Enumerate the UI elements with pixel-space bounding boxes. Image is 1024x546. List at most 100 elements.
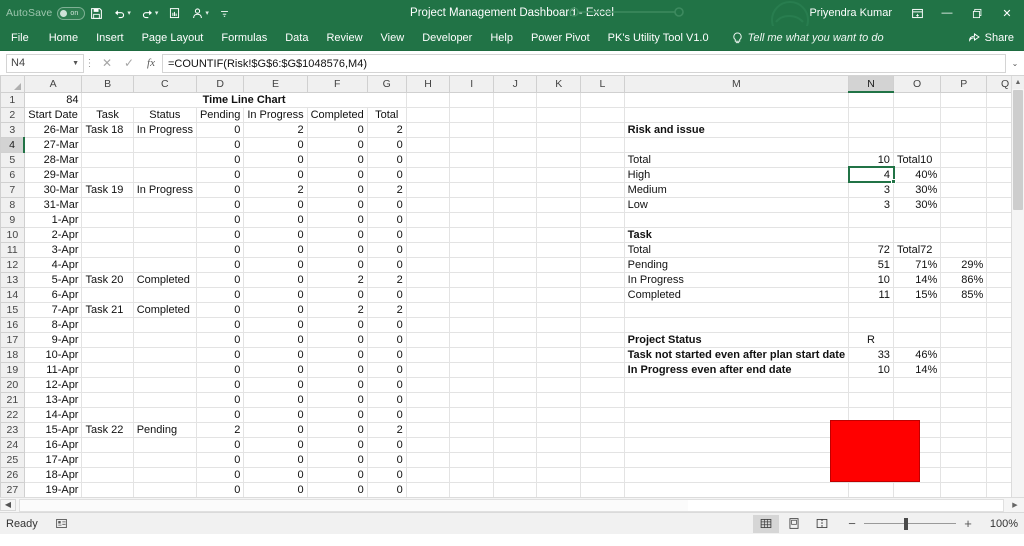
cell-G13[interactable]: 2 <box>366 271 407 288</box>
cell-F23[interactable]: 0 <box>306 421 368 438</box>
autosave-toggle[interactable]: on <box>57 6 86 20</box>
column-header-l[interactable]: L <box>580 76 625 93</box>
cell-C7[interactable]: In Progress <box>132 181 197 198</box>
cell-F25[interactable]: 0 <box>306 451 368 468</box>
cell-K10[interactable] <box>536 226 582 243</box>
cell-G27[interactable]: 0 <box>366 481 407 497</box>
column-header-a[interactable]: A <box>23 76 83 93</box>
cell-D9[interactable]: 0 <box>195 211 245 228</box>
cell-H6[interactable] <box>405 166 451 183</box>
cell-C27[interactable] <box>132 481 197 497</box>
row-header-17[interactable]: 17 <box>0 331 25 348</box>
cell-A15[interactable]: 7-Apr <box>23 301 83 318</box>
cell-H9[interactable] <box>405 211 451 228</box>
tab-pk-utility-tool[interactable]: PK's Utility Tool V1.0 <box>599 26 718 51</box>
cell-L3[interactable] <box>580 121 625 138</box>
cell-C19[interactable] <box>132 361 197 378</box>
cell-J5[interactable] <box>492 151 538 168</box>
cell-D6[interactable]: 0 <box>195 166 245 183</box>
cell-E4[interactable]: 0 <box>243 136 308 153</box>
cell-G26[interactable]: 0 <box>366 466 407 483</box>
cell-B8[interactable] <box>81 196 134 213</box>
tell-me-search-box[interactable]: Tell me what you want to do <box>732 31 884 45</box>
cell-F24[interactable]: 0 <box>306 436 368 453</box>
cell-B7[interactable]: Task 19 <box>81 181 134 198</box>
cell-F6[interactable]: 0 <box>306 166 368 183</box>
tab-review[interactable]: Review <box>317 26 371 51</box>
cell-J7[interactable] <box>492 181 538 198</box>
cell-I12[interactable] <box>449 256 494 273</box>
zoom-slider[interactable] <box>864 517 956 530</box>
cell-K16[interactable] <box>536 316 582 333</box>
cell-P1[interactable] <box>940 91 988 108</box>
cell-D4[interactable]: 0 <box>195 136 245 153</box>
cell-L15[interactable] <box>580 301 625 318</box>
cell-J9[interactable] <box>492 211 538 228</box>
cell-E14[interactable]: 0 <box>243 286 308 303</box>
cell-N15[interactable] <box>848 301 894 318</box>
cell-J21[interactable] <box>492 391 538 408</box>
cell-I19[interactable] <box>449 361 494 378</box>
cell-D22[interactable]: 0 <box>195 406 245 423</box>
cell-K6[interactable] <box>536 166 582 183</box>
cell-H13[interactable] <box>405 271 451 288</box>
cell-B20[interactable] <box>81 376 134 393</box>
zoom-slider-handle[interactable] <box>904 517 909 530</box>
column-header-d[interactable]: D <box>195 76 245 93</box>
cell-F16[interactable]: 0 <box>306 316 368 333</box>
cell-I16[interactable] <box>449 316 494 333</box>
cell-L19[interactable] <box>580 361 625 378</box>
cell-P6[interactable] <box>940 166 988 183</box>
cell-F19[interactable]: 0 <box>306 361 368 378</box>
cell-P16[interactable] <box>940 316 988 333</box>
cell-I11[interactable] <box>449 241 494 258</box>
cell-G4[interactable]: 0 <box>366 136 407 153</box>
cell-E2[interactable]: In Progress <box>243 106 308 123</box>
cell-C10[interactable] <box>132 226 197 243</box>
cell-K25[interactable] <box>536 451 582 468</box>
cell-M3[interactable]: Risk and issue <box>623 121 850 138</box>
zoom-in-button[interactable]: + <box>962 516 974 531</box>
cell-I23[interactable] <box>449 421 494 438</box>
column-header-e[interactable]: E <box>243 76 308 93</box>
cell-H10[interactable] <box>405 226 451 243</box>
cell-O15[interactable] <box>892 301 942 318</box>
cell-I10[interactable] <box>449 226 494 243</box>
cell-L6[interactable] <box>580 166 625 183</box>
cell-J3[interactable] <box>492 121 538 138</box>
cell-M21[interactable] <box>623 391 850 408</box>
row-header-10[interactable]: 10 <box>0 226 25 243</box>
cell-L4[interactable] <box>580 136 625 153</box>
cell-G3[interactable]: 2 <box>366 121 407 138</box>
cell-N3[interactable] <box>848 121 894 138</box>
cell-B3[interactable]: Task 18 <box>81 121 134 138</box>
cell-P27[interactable] <box>940 481 988 497</box>
cell-N7[interactable]: 3 <box>848 181 894 198</box>
cell-J6[interactable] <box>492 166 538 183</box>
row-header-9[interactable]: 9 <box>0 211 25 228</box>
cell-H14[interactable] <box>405 286 451 303</box>
cell-L8[interactable] <box>580 196 625 213</box>
cell-M13[interactable]: In Progress <box>623 271 850 288</box>
column-header-f[interactable]: F <box>306 76 368 93</box>
cell-O9[interactable] <box>892 211 942 228</box>
cell-B25[interactable] <box>81 451 134 468</box>
cell-O11[interactable]: Total72 <box>892 241 942 258</box>
cell-F3[interactable]: 0 <box>306 121 368 138</box>
cell-I1[interactable] <box>449 91 494 108</box>
cell-K4[interactable] <box>536 136 582 153</box>
cell-I18[interactable] <box>449 346 494 363</box>
cell-K3[interactable] <box>536 121 582 138</box>
cell-H21[interactable] <box>405 391 451 408</box>
cell-L14[interactable] <box>580 286 625 303</box>
cancel-formula-icon[interactable]: ✕ <box>96 56 118 70</box>
cell-C8[interactable] <box>132 196 197 213</box>
cell-H19[interactable] <box>405 361 451 378</box>
cell-A2[interactable]: Start Date <box>23 106 83 123</box>
row-header-26[interactable]: 26 <box>0 466 25 483</box>
cell-N8[interactable]: 3 <box>848 196 894 213</box>
cell-L7[interactable] <box>580 181 625 198</box>
cell-K20[interactable] <box>536 376 582 393</box>
row-header-25[interactable]: 25 <box>0 451 25 468</box>
cell-G19[interactable]: 0 <box>366 361 407 378</box>
